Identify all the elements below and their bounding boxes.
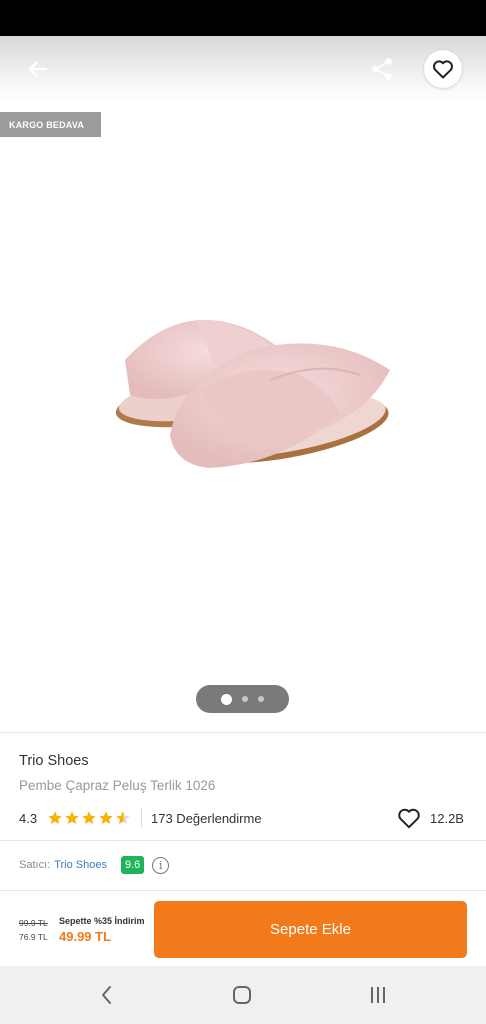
- share-icon: [372, 58, 392, 80]
- seller-link[interactable]: Trio Shoes: [54, 859, 107, 871]
- separator: [141, 808, 142, 828]
- recents-bars-icon: [371, 987, 385, 1003]
- old-price: 99.9 TL: [19, 918, 48, 928]
- carousel-dot-active[interactable]: [221, 693, 232, 705]
- product-brand[interactable]: Trio Shoes: [19, 753, 89, 769]
- nav-recents-button[interactable]: [363, 982, 393, 1008]
- arrow-left-icon: [28, 60, 48, 78]
- star-icon: [65, 811, 79, 824]
- product-name: Pembe Çapraz Peluş Terlik 1026: [19, 778, 216, 793]
- price-block: 99.9 TL Sepette %35 İndirim 76.9 TL 49.9…: [19, 913, 159, 949]
- discount-price: 49.99 TL: [59, 929, 112, 944]
- carousel-dot[interactable]: [258, 696, 264, 702]
- carousel-dot[interactable]: [242, 696, 248, 702]
- rating-stars: [47, 810, 131, 826]
- add-to-cart-button[interactable]: Sepete Ekle: [154, 901, 467, 958]
- star-half-icon: [116, 811, 130, 824]
- seller-row: Satıcı: Trio Shoes 9.6 i: [19, 855, 170, 875]
- current-price: 76.9 TL: [19, 932, 48, 942]
- divider: [0, 840, 486, 841]
- share-button[interactable]: [366, 53, 398, 85]
- carousel-indicator[interactable]: [196, 685, 289, 713]
- divider: [0, 732, 486, 733]
- seller-label: Satıcı:: [19, 859, 51, 871]
- favorite-count[interactable]: 12.2B: [396, 805, 464, 831]
- back-button[interactable]: [22, 53, 54, 85]
- chevron-left-icon: [102, 986, 111, 1004]
- nav-back-button[interactable]: [92, 982, 122, 1008]
- top-bar: [0, 36, 486, 102]
- free-shipping-badge: KARGO BEDAVA: [0, 112, 101, 137]
- divider: [0, 890, 486, 891]
- star-icon: [82, 811, 96, 824]
- review-count[interactable]: 173 Değerlendirme: [151, 811, 262, 826]
- promo-label: Sepette %35 İndirim: [59, 916, 145, 926]
- star-icon: [99, 811, 113, 824]
- heart-outline-icon: [433, 60, 453, 79]
- heart-outline-icon: [398, 808, 420, 829]
- rating-value: 4.3: [19, 810, 38, 826]
- info-icon[interactable]: i: [152, 856, 170, 874]
- favorite-count-label: 12.2B: [430, 810, 464, 826]
- home-square-icon: [233, 986, 251, 1004]
- seller-score-badge: 9.6: [120, 856, 145, 874]
- status-bar: [0, 0, 486, 36]
- star-icon: [48, 811, 62, 824]
- product-image: [115, 320, 390, 468]
- favorite-button[interactable]: [424, 50, 462, 88]
- nav-home-button[interactable]: [227, 982, 257, 1008]
